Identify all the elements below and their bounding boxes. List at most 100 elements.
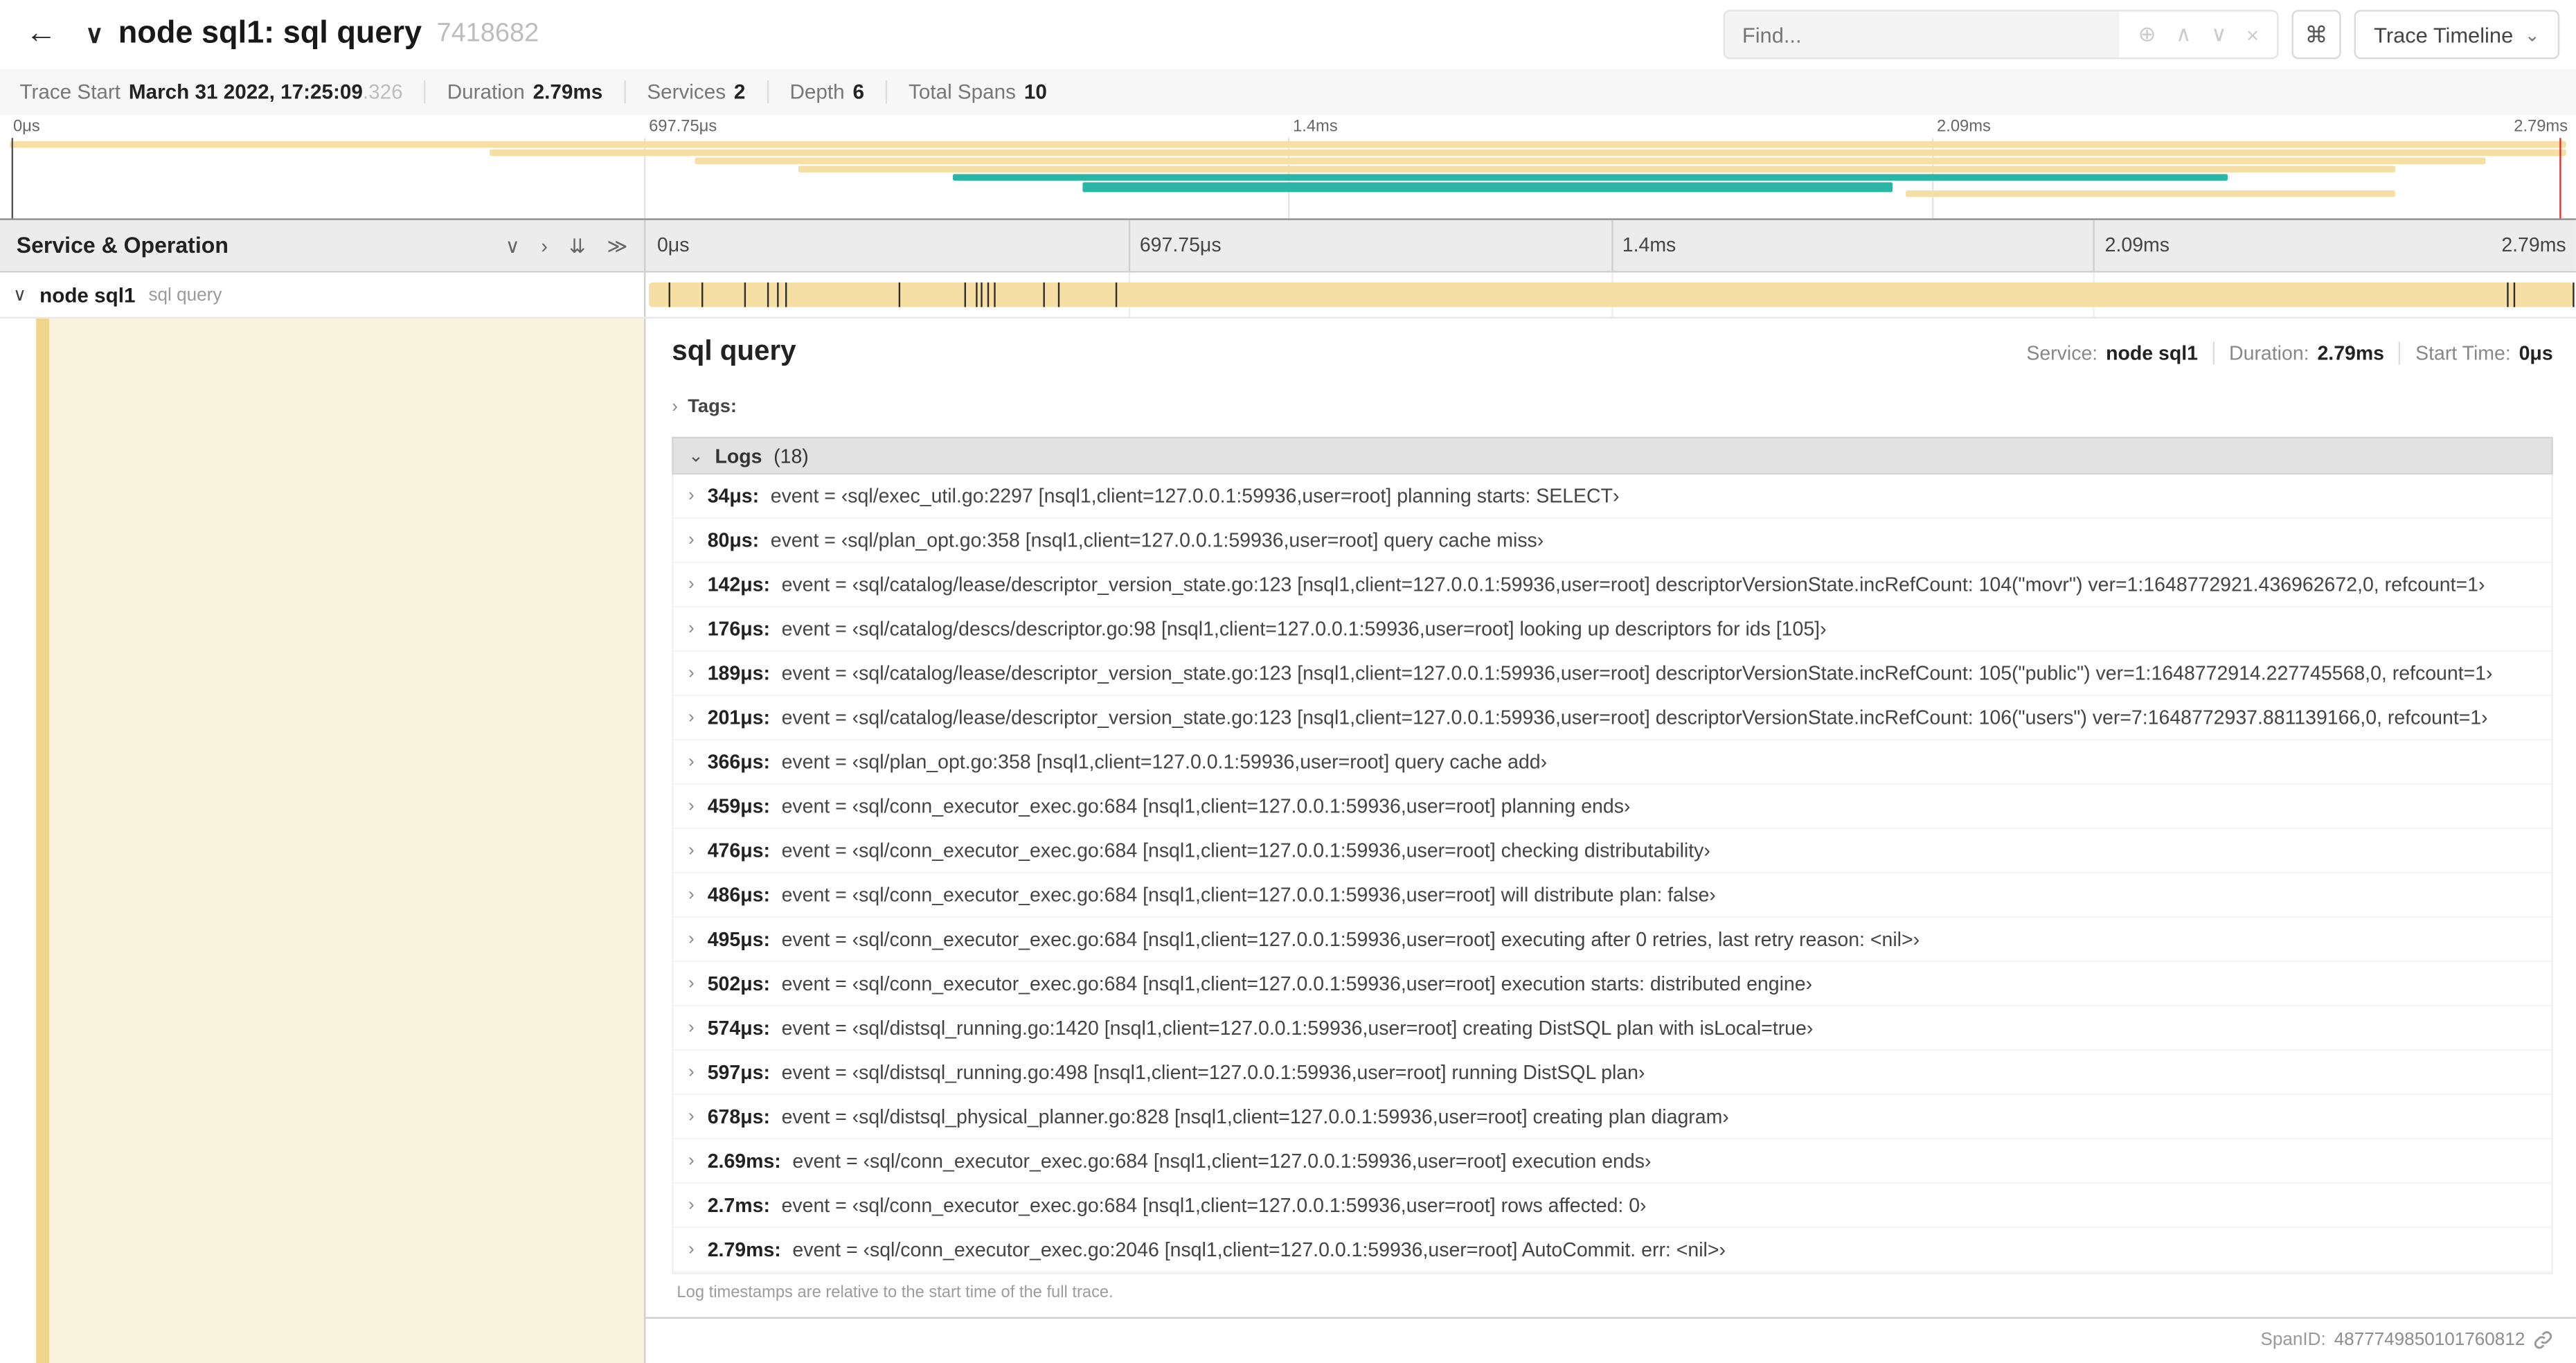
log-message: event = ‹sql/catalog/lease/descriptor_ve… bbox=[781, 661, 2493, 685]
timeline-gridline bbox=[2093, 220, 2095, 271]
span-detail-area: sql query Service: node sql1 Duration: 2… bbox=[0, 318, 2576, 1363]
timeline-tick-label: 0μs bbox=[656, 233, 690, 256]
timeline-collapse-controls: ∨ › ⇊ ≫ bbox=[506, 234, 628, 257]
log-row[interactable]: › 574μs: event = ‹sql/distsql_running.go… bbox=[673, 1006, 2552, 1051]
logs-section-toggle[interactable]: ⌄ Logs (18) bbox=[672, 436, 2553, 475]
chevron-right-icon: › bbox=[688, 1018, 695, 1038]
log-row[interactable]: › 2.7ms: event = ‹sql/conn_executor_exec… bbox=[673, 1184, 2552, 1229]
find-target-icon[interactable]: ⊕ bbox=[2138, 21, 2156, 48]
log-message: event = ‹sql/distsql_running.go:1420 [ns… bbox=[781, 1016, 1814, 1040]
detail-meta-value: node sql1 bbox=[2106, 341, 2198, 365]
trace-id: 7418682 bbox=[436, 19, 539, 48]
summary-value: 2 bbox=[733, 80, 746, 104]
keyboard-shortcuts-button[interactable]: ⌘ bbox=[2291, 10, 2341, 60]
log-row[interactable]: › 201μs: event = ‹sql/catalog/lease/desc… bbox=[673, 696, 2552, 741]
minimap-viewport-handle[interactable] bbox=[11, 138, 14, 219]
summary-label: Depth bbox=[789, 80, 845, 104]
summary-item: Total Spans 10 bbox=[885, 80, 1047, 104]
summary-item: Trace Start March 31 2022, 17:25:09.326 bbox=[19, 80, 402, 103]
log-row[interactable]: › 459μs: event = ‹sql/conn_executor_exec… bbox=[673, 785, 2552, 830]
span-row-name-cell[interactable]: ∨ node sql1 sql query bbox=[0, 272, 646, 317]
log-row[interactable]: › 597μs: event = ‹sql/distsql_running.go… bbox=[673, 1051, 2552, 1096]
summary-value: 10 bbox=[1023, 80, 1047, 104]
find-clear-icon[interactable]: × bbox=[2246, 22, 2259, 47]
log-message: event = ‹sql/conn_executor_exec.go:684 [… bbox=[781, 927, 1920, 951]
log-row[interactable]: › 34μs: event = ‹sql/exec_util.go:2297 [… bbox=[673, 474, 2552, 519]
top-bar-actions: ⊕ ∧ ∨ × ⌘ Trace Timeline ⌄ bbox=[1724, 10, 2560, 60]
logs-footer-note: Log timestamps are relative to the start… bbox=[677, 1284, 1113, 1303]
tags-toggle[interactable]: › Tags: bbox=[672, 398, 737, 417]
chevron-right-icon: › bbox=[688, 1107, 695, 1127]
summary-value-suffix: .326 bbox=[362, 80, 403, 104]
minimap-canvas[interactable] bbox=[0, 138, 2576, 219]
log-event-tick bbox=[2572, 282, 2574, 308]
log-event-tick bbox=[1058, 282, 1061, 308]
log-message: event = ‹sql/conn_executor_exec.go:684 [… bbox=[781, 972, 1813, 995]
summary-label: Total Spans bbox=[909, 80, 1016, 104]
log-row[interactable]: › 189μs: event = ‹sql/catalog/lease/desc… bbox=[673, 652, 2552, 697]
log-event-tick bbox=[2506, 282, 2508, 308]
back-icon[interactable]: ← bbox=[17, 17, 66, 53]
span-collapse-caret-icon[interactable]: ∨ bbox=[13, 284, 26, 305]
log-timestamp: 2.79ms: bbox=[707, 1238, 781, 1262]
log-row[interactable]: › 176μs: event = ‹sql/catalog/descs/desc… bbox=[673, 607, 2552, 652]
log-event-tick bbox=[993, 282, 995, 308]
log-event-tick bbox=[981, 282, 983, 308]
summary-label: Trace Start bbox=[19, 80, 121, 104]
log-message: event = ‹sql/conn_executor_exec.go:684 [… bbox=[781, 1193, 1647, 1217]
log-event-tick bbox=[976, 282, 978, 308]
log-timestamp: 176μs: bbox=[707, 617, 770, 641]
timeline-tick-label: 697.75μs bbox=[1139, 233, 1222, 256]
detail-title-row: sql query Service: node sql1 Duration: 2… bbox=[672, 335, 2552, 378]
log-event-tick bbox=[964, 282, 966, 308]
log-timestamp: 459μs: bbox=[707, 794, 770, 818]
log-row[interactable]: › 2.69ms: event = ‹sql/conn_executor_exe… bbox=[673, 1139, 2552, 1184]
log-row[interactable]: › 142μs: event = ‹sql/catalog/lease/desc… bbox=[673, 563, 2552, 608]
summary-label: Duration bbox=[447, 80, 525, 104]
view-options-dropdown[interactable]: Trace Timeline ⌄ bbox=[2354, 10, 2560, 60]
chevron-right-icon: › bbox=[688, 841, 695, 861]
log-row[interactable]: › 2.79ms: event = ‹sql/conn_executor_exe… bbox=[673, 1228, 2552, 1273]
minimap-tick-label: 1.4ms bbox=[1293, 118, 1338, 136]
find-input[interactable] bbox=[1726, 11, 2120, 57]
chevron-right-icon: › bbox=[688, 974, 695, 994]
log-row[interactable]: › 476μs: event = ‹sql/conn_executor_exec… bbox=[673, 829, 2552, 874]
expand-all-icon[interactable]: ≫ bbox=[607, 234, 627, 257]
log-timestamp: 34μs: bbox=[707, 484, 760, 508]
log-row[interactable]: › 502μs: event = ‹sql/conn_executor_exec… bbox=[673, 962, 2552, 1007]
trace-collapse-caret-icon[interactable]: ∨ bbox=[85, 19, 103, 49]
expand-one-icon[interactable]: › bbox=[541, 234, 547, 257]
timeline-header-row: Service & Operation ∨ › ⇊ ≫ 0μs 697.75μs… bbox=[0, 220, 2576, 273]
find-controls: ⊕ ∧ ∨ × bbox=[2120, 21, 2278, 48]
chevron-right-icon: › bbox=[688, 929, 695, 950]
log-event-tick bbox=[898, 282, 900, 308]
find-prev-icon[interactable]: ∧ bbox=[2176, 21, 2192, 48]
detail-meta-value: 2.79ms bbox=[2317, 341, 2385, 365]
log-timestamp: 597μs: bbox=[707, 1060, 770, 1084]
log-timestamp: 366μs: bbox=[707, 750, 770, 774]
minimap-span bbox=[953, 174, 2228, 181]
chevron-right-icon: › bbox=[688, 707, 695, 728]
log-row[interactable]: › 366μs: event = ‹sql/plan_opt.go:358 [n… bbox=[673, 740, 2552, 785]
minimap-cursor-line bbox=[2559, 138, 2561, 219]
span-duration-bar[interactable] bbox=[648, 282, 2573, 308]
deep-link-icon[interactable] bbox=[2533, 1330, 2552, 1350]
detail-operation-title: sql query bbox=[672, 335, 796, 366]
log-row[interactable]: › 80μs: event = ‹sql/plan_opt.go:358 [ns… bbox=[673, 519, 2552, 564]
minimap-span bbox=[1906, 190, 2396, 197]
find-next-icon[interactable]: ∨ bbox=[2211, 21, 2227, 48]
timeline-tick-label: 2.09ms bbox=[2104, 233, 2170, 256]
minimap-tick-label: 0μs bbox=[12, 118, 40, 136]
log-row[interactable]: › 495μs: event = ‹sql/conn_executor_exec… bbox=[673, 918, 2552, 963]
log-row[interactable]: › 678μs: event = ‹sql/distsql_physical_p… bbox=[673, 1095, 2552, 1140]
log-timestamp: 486μs: bbox=[707, 883, 770, 907]
logs-count: (18) bbox=[773, 444, 809, 467]
log-row[interactable]: › 486μs: event = ‹sql/conn_executor_exec… bbox=[673, 873, 2552, 918]
tags-row: › Tags: bbox=[672, 393, 2552, 422]
collapse-one-icon[interactable]: ∨ bbox=[506, 234, 520, 257]
log-message: event = ‹sql/catalog/lease/descriptor_ve… bbox=[781, 706, 2488, 729]
minimap-tick-label: 2.79ms bbox=[2514, 118, 2568, 136]
minimap-tick-label: 697.75μs bbox=[649, 118, 717, 136]
collapse-all-icon[interactable]: ⇊ bbox=[569, 234, 586, 257]
span-color-strip bbox=[36, 318, 50, 1363]
